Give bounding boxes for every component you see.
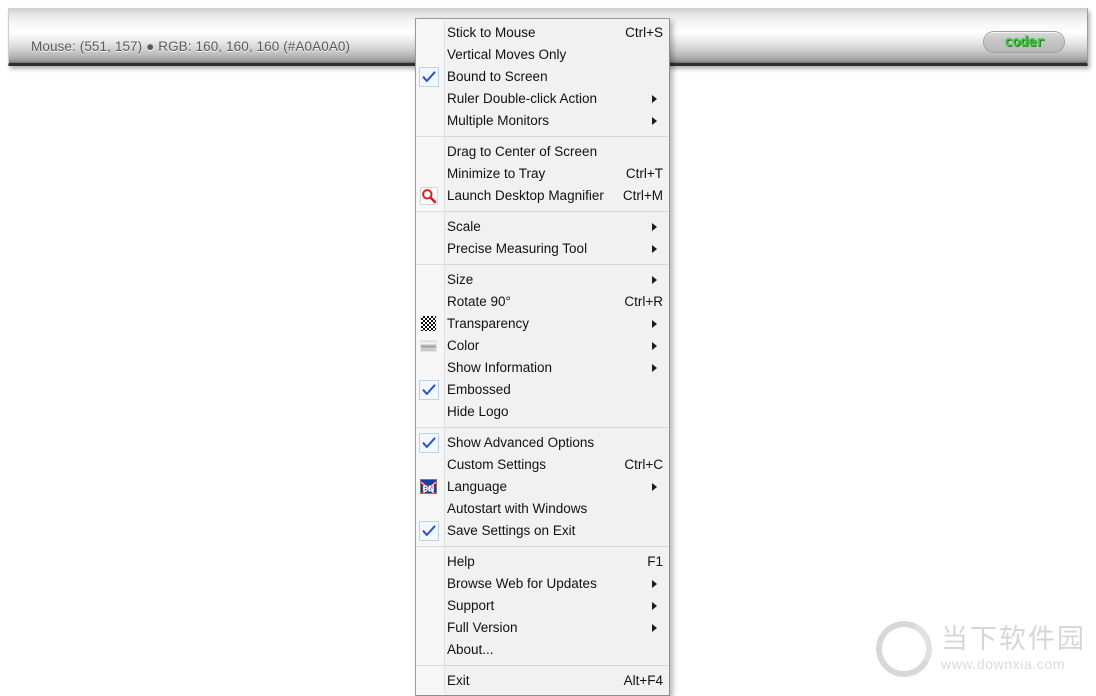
- menu-item-shortcut: Alt+F4: [623, 673, 663, 688]
- menu-item-label: Drag to Center of Screen: [447, 144, 598, 159]
- menu-item-autostart-with-windows[interactable]: Autostart with Windows: [416, 498, 669, 520]
- context-menu[interactable]: Stick to Mouse Ctrl+S Vertical Moves Only B…: [415, 18, 670, 696]
- submenu-arrow-icon: [652, 95, 657, 103]
- menu-item-shortcut: F1: [647, 554, 663, 569]
- menu-separator: [416, 136, 669, 137]
- menu-item-label: Show Advanced Options: [447, 435, 595, 450]
- coder-logo-badge: coder: [983, 31, 1065, 53]
- menu-item-shortcut: Ctrl+T: [625, 166, 663, 181]
- menu-item-full-version[interactable]: Full Version: [416, 617, 669, 639]
- submenu-arrow-icon: [652, 342, 657, 350]
- menu-item-label: Help: [447, 554, 475, 569]
- menu-item-label: Hide Logo: [447, 404, 509, 419]
- menu-item-label: Embossed: [447, 382, 511, 397]
- menu-separator: [416, 665, 669, 666]
- menu-item-stick-to-mouse[interactable]: Stick to Mouse Ctrl+S: [416, 22, 669, 44]
- menu-item-drag-to-center-of-screen[interactable]: Drag to Center of Screen: [416, 141, 669, 163]
- menu-item-shortcut: Ctrl+S: [625, 25, 663, 40]
- menu-item-ruler-double-click-action[interactable]: Ruler Double-click Action: [416, 88, 669, 110]
- menu-item-label: Minimize to Tray: [447, 166, 546, 181]
- menu-item-exit[interactable]: Exit Alt+F4: [416, 670, 669, 692]
- menu-item-label: Show Information: [447, 360, 553, 375]
- menu-item-transparency[interactable]: Transparency: [416, 313, 669, 335]
- menu-separator: [416, 211, 669, 212]
- coder-logo-text: coder: [1004, 34, 1044, 50]
- menu-item-scale[interactable]: Scale: [416, 216, 669, 238]
- checkmark-icon: [419, 380, 439, 400]
- menu-item-label: Support: [447, 598, 495, 613]
- menu-item-label: Precise Measuring Tool: [447, 241, 588, 256]
- magnifier-icon: [420, 187, 438, 205]
- checkmark-icon: [419, 67, 439, 87]
- menu-item-about[interactable]: About...: [416, 639, 669, 661]
- watermark-site-name: 当下软件园: [941, 623, 1086, 655]
- menu-item-support[interactable]: Support: [416, 595, 669, 617]
- menu-item-hide-logo[interactable]: Hide Logo: [416, 401, 669, 423]
- menu-item-custom-settings[interactable]: Custom Settings Ctrl+C: [416, 454, 669, 476]
- submenu-arrow-icon: [652, 117, 657, 125]
- menu-item-label: Size: [447, 272, 474, 287]
- menu-item-multiple-monitors[interactable]: Multiple Monitors: [416, 110, 669, 132]
- checkmark-icon: [419, 433, 439, 453]
- menu-item-label: Stick to Mouse: [447, 25, 536, 40]
- submenu-arrow-icon: [652, 276, 657, 284]
- submenu-arrow-icon: [652, 223, 657, 231]
- menu-item-label: Ruler Double-click Action: [447, 91, 598, 106]
- menu-item-embossed[interactable]: Embossed: [416, 379, 669, 401]
- menu-item-show-information[interactable]: Show Information: [416, 357, 669, 379]
- menu-item-label: Vertical Moves Only: [447, 47, 567, 62]
- watermark-ring-icon: [868, 613, 940, 685]
- menu-item-label: Multiple Monitors: [447, 113, 550, 128]
- menu-item-label: Full Version: [447, 620, 518, 635]
- menu-item-color[interactable]: Color: [416, 335, 669, 357]
- menu-item-shortcut: Ctrl+M: [622, 188, 663, 203]
- menu-item-shortcut: Ctrl+C: [624, 457, 663, 472]
- menu-item-show-advanced-options[interactable]: Show Advanced Options: [416, 432, 669, 454]
- submenu-arrow-icon: [652, 364, 657, 372]
- ruler-readout-text: Mouse: (551, 157) ● RGB: 160, 160, 160 (…: [31, 39, 351, 54]
- menu-item-size[interactable]: Size: [416, 269, 669, 291]
- submenu-arrow-icon: [652, 624, 657, 632]
- submenu-arrow-icon: [652, 602, 657, 610]
- menu-item-precise-measuring-tool[interactable]: Precise Measuring Tool: [416, 238, 669, 260]
- menu-item-help[interactable]: Help F1: [416, 551, 669, 573]
- menu-item-browse-web-for-updates[interactable]: Browse Web for Updates: [416, 573, 669, 595]
- menu-item-label: Language: [447, 479, 508, 494]
- menu-item-label: About...: [447, 642, 494, 657]
- menu-separator: [416, 546, 669, 547]
- menu-item-label: Custom Settings: [447, 457, 547, 472]
- menu-item-label: Rotate 90°: [447, 294, 511, 309]
- menu-item-label: Scale: [447, 219, 481, 234]
- menu-item-language[interactable]: EN Language: [416, 476, 669, 498]
- submenu-arrow-icon: [652, 483, 657, 491]
- menu-item-label: Bound to Screen: [447, 69, 548, 84]
- menu-item-label: Launch Desktop Magnifier: [447, 188, 604, 203]
- checkmark-icon: [419, 521, 439, 541]
- transparency-icon: [420, 315, 437, 332]
- menu-item-launch-desktop-magnifier[interactable]: Launch Desktop Magnifier Ctrl+M: [416, 185, 669, 207]
- site-watermark: 当下软件园 www.downxia.com: [868, 613, 1086, 685]
- menu-item-label: Transparency: [447, 316, 530, 331]
- menu-separator: [416, 427, 669, 428]
- watermark-site-url: www.downxia.com: [941, 656, 1066, 673]
- menu-item-rotate-90[interactable]: Rotate 90° Ctrl+R: [416, 291, 669, 313]
- menu-item-shortcut: Ctrl+R: [624, 294, 663, 309]
- submenu-arrow-icon: [652, 580, 657, 588]
- svg-text:EN: EN: [422, 485, 434, 494]
- submenu-arrow-icon: [652, 320, 657, 328]
- menu-item-label: Exit: [447, 673, 470, 688]
- menu-separator: [416, 264, 669, 265]
- menu-item-save-settings-on-exit[interactable]: Save Settings on Exit: [416, 520, 669, 542]
- menu-item-vertical-moves-only[interactable]: Vertical Moves Only: [416, 44, 669, 66]
- menu-item-label: Autostart with Windows: [447, 501, 588, 516]
- menu-item-label: Save Settings on Exit: [447, 523, 576, 538]
- language-flag-icon: EN: [420, 479, 437, 494]
- submenu-arrow-icon: [652, 245, 657, 253]
- menu-item-bound-to-screen[interactable]: Bound to Screen: [416, 66, 669, 88]
- menu-item-label: Browse Web for Updates: [447, 576, 597, 591]
- color-gradient-icon: [420, 340, 437, 352]
- menu-item-label: Color: [447, 338, 480, 353]
- menu-item-minimize-to-tray[interactable]: Minimize to Tray Ctrl+T: [416, 163, 669, 185]
